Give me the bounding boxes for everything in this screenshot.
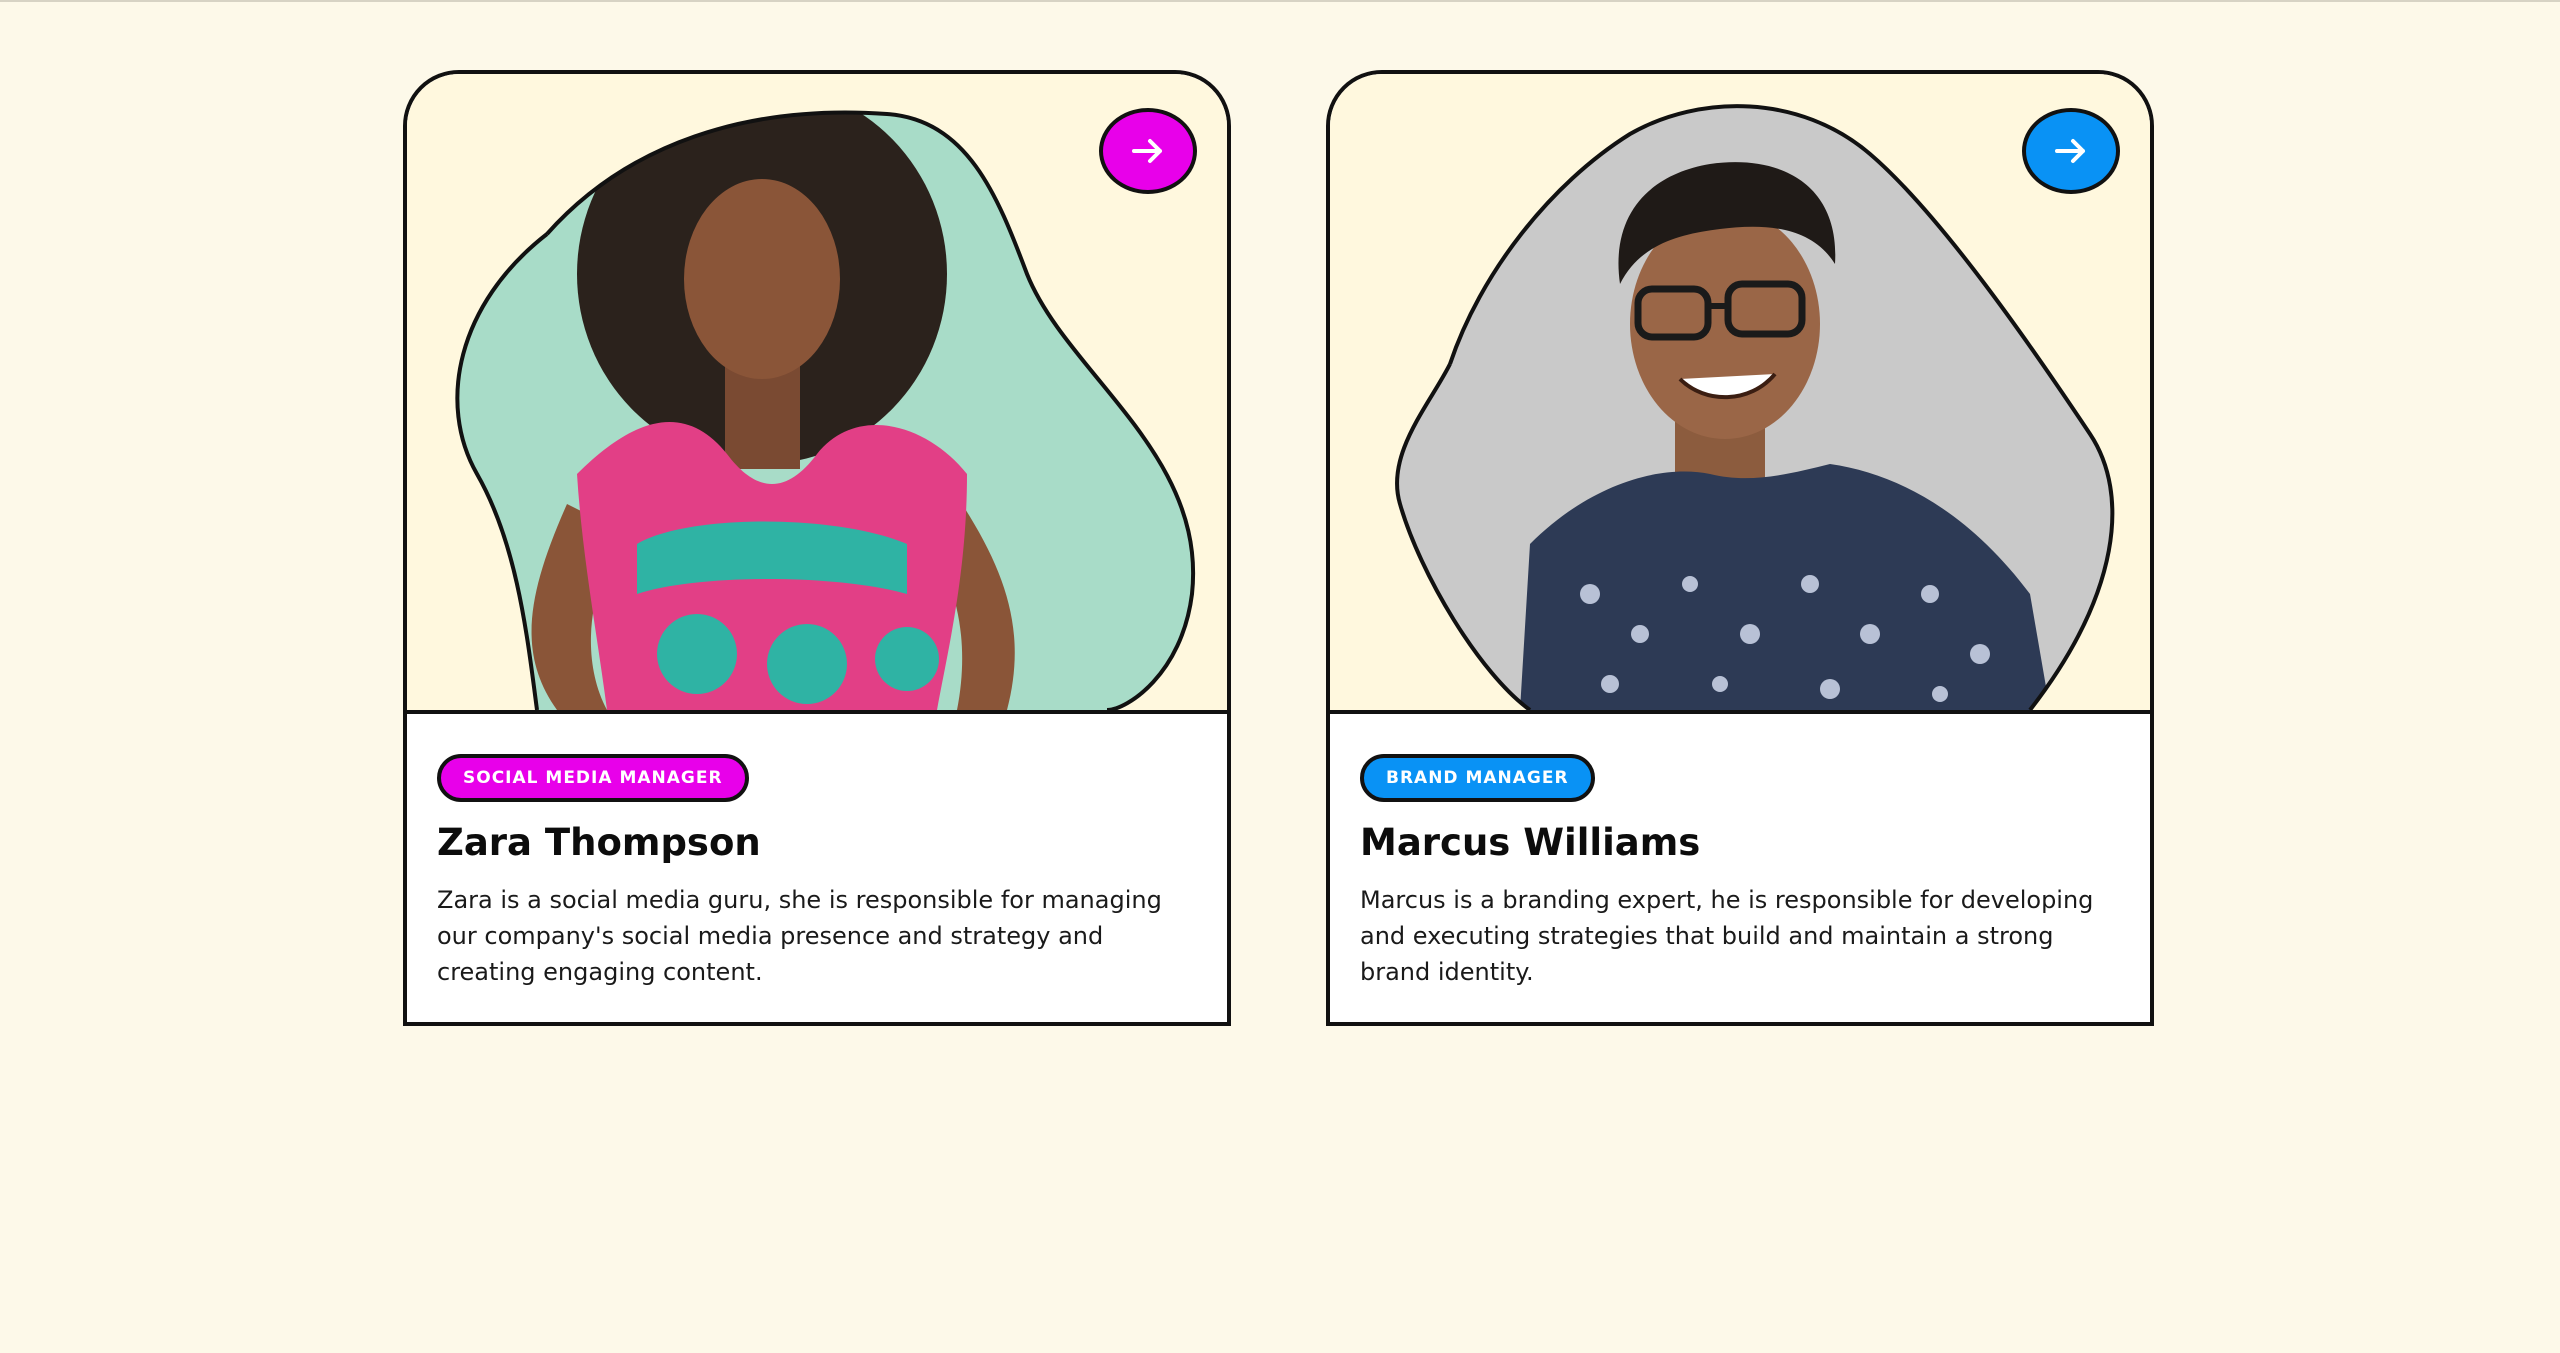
- role-badge: BRAND MANAGER: [1360, 754, 1595, 802]
- member-description: Zara is a social media guru, she is resp…: [437, 886, 1162, 986]
- role-badge: SOCIAL MEDIA MANAGER: [437, 754, 749, 802]
- team-section: SOCIAL MEDIA MANAGER Zara Thompson Zara …: [0, 0, 2560, 1353]
- member-name: Zara Thompson: [437, 821, 761, 864]
- member-name: Marcus Williams: [1360, 821, 1701, 864]
- arrow-right-icon: [1132, 139, 1162, 163]
- member-description: Marcus is a branding expert, he is respo…: [1360, 886, 2094, 986]
- card-body: BRAND MANAGER Marcus Williams Marcus is …: [1330, 714, 2150, 990]
- team-card: BRAND MANAGER Marcus Williams Marcus is …: [1326, 70, 2154, 1026]
- arrow-right-icon: [2055, 139, 2085, 163]
- card-media: [407, 74, 1227, 714]
- card-media: [1330, 74, 2150, 714]
- view-profile-button[interactable]: [1099, 108, 1197, 194]
- team-card: SOCIAL MEDIA MANAGER Zara Thompson Zara …: [403, 70, 1231, 1026]
- card-body: SOCIAL MEDIA MANAGER Zara Thompson Zara …: [407, 714, 1227, 990]
- view-profile-button[interactable]: [2022, 108, 2120, 194]
